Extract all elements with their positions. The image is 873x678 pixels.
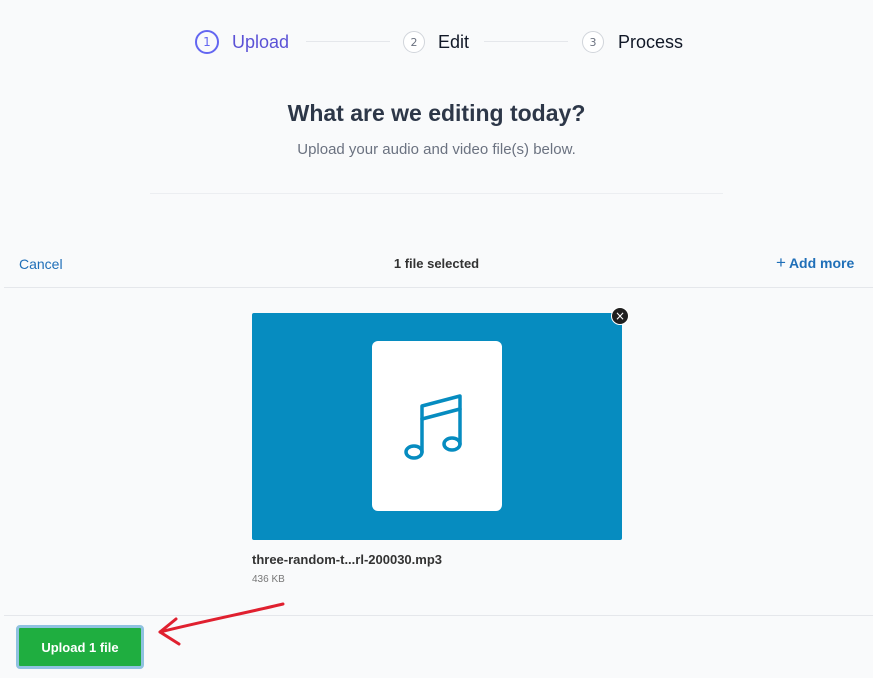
close-icon: × [614,309,626,323]
step-3-indicator: 3 [582,31,604,53]
divider [150,193,723,194]
page-subtitle: Upload your audio and video file(s) belo… [297,141,576,158]
step-2-label: Edit [438,32,470,52]
step-1-indicator: 1 [195,30,219,54]
selection-status: 1 file selected [393,256,480,271]
upload-button[interactable]: Upload 1 file [16,625,144,669]
divider [4,287,873,288]
add-more-button[interactable]: + Add more [776,253,855,272]
step-3-label: Process [618,32,684,52]
page-title: What are we editing today? [287,100,586,126]
file-name: three-random-t...rl-200030.mp3 [252,552,443,567]
music-note-icon [404,394,462,460]
file-document-icon [372,341,502,511]
file-preview [252,313,622,540]
step-2-indicator: 2 [403,31,425,53]
annotation-arrow-icon [158,602,285,646]
step-connector [306,41,390,42]
divider [4,615,873,616]
plus-icon: + [776,253,786,272]
remove-file-button[interactable]: × [611,307,629,325]
add-more-label: Add more [788,255,855,271]
file-size: 436 KB [252,574,285,585]
step-connector [484,41,568,42]
step-1-label: Upload [232,32,290,52]
